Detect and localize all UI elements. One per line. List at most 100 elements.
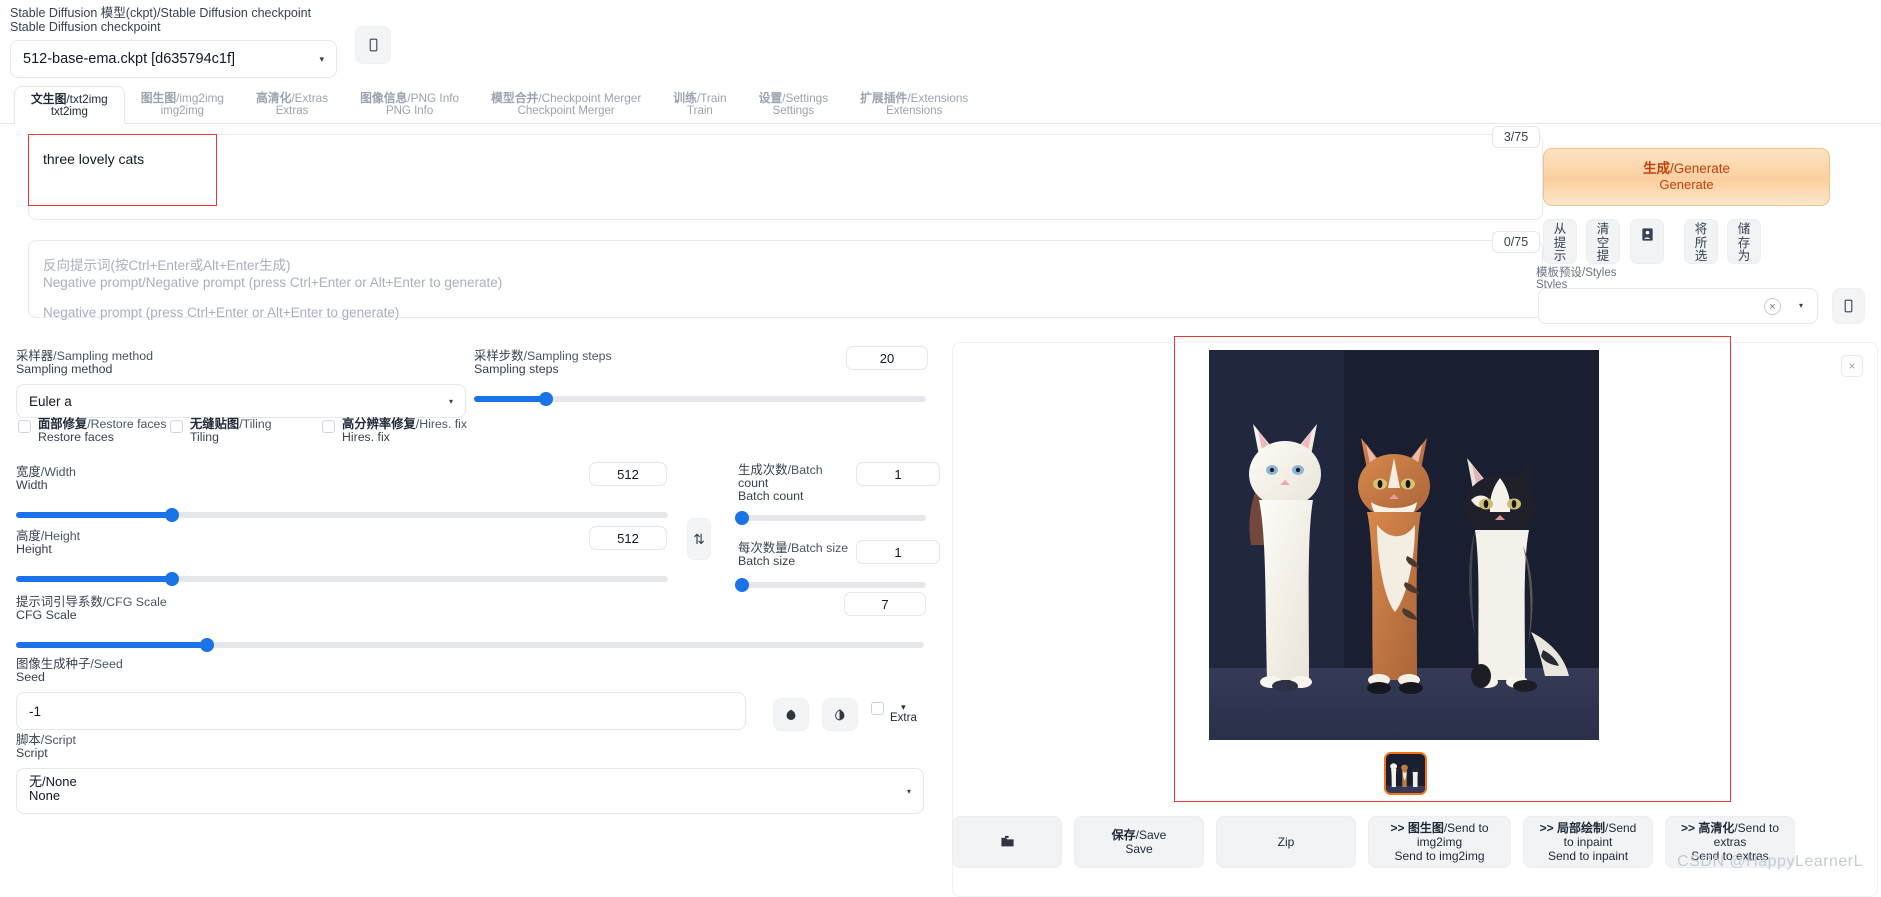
sampling-method-dropdown[interactable]: Euler a ▾ bbox=[16, 384, 466, 418]
read-params-c2: 提 bbox=[1553, 235, 1567, 250]
three-cats-image bbox=[1209, 350, 1599, 740]
checkbox-label: 高分辨率修复/Hires. fix Hires. fix bbox=[342, 418, 467, 444]
dice-icon bbox=[786, 709, 796, 720]
tab-extras[interactable]: 高清化/Extras Extras bbox=[240, 88, 344, 120]
recycle-seed-button[interactable] bbox=[822, 698, 858, 731]
extra-checkbox[interactable] bbox=[871, 702, 884, 715]
clear-prompt-button[interactable]: 清 空 提 bbox=[1586, 219, 1620, 264]
refresh-icon bbox=[1844, 299, 1853, 313]
checkbox-hires-fix[interactable]: 高分辨率修复/Hires. fix Hires. fix bbox=[322, 418, 522, 444]
batch-size-value[interactable]: 1 bbox=[856, 540, 940, 564]
checkbox-box[interactable] bbox=[322, 420, 335, 433]
tab-train[interactable]: 训练/Train Train bbox=[657, 88, 742, 120]
checkbox-label-en: Tiling bbox=[190, 430, 219, 444]
styles-label-zh: 模板预设/Styles bbox=[1536, 267, 1617, 279]
width-value[interactable]: 512 bbox=[589, 462, 667, 486]
prompt-area: three lovely cats 3/75 bbox=[28, 126, 1543, 220]
styles-refresh-button[interactable] bbox=[1832, 288, 1865, 324]
save-button[interactable]: 保存/Save Save bbox=[1074, 816, 1204, 868]
slider-knob[interactable] bbox=[165, 572, 180, 586]
generated-image[interactable] bbox=[1209, 350, 1599, 740]
cfg-scale-label: 提示词引导系数/CFG Scale CFG Scale bbox=[16, 596, 924, 622]
script-label-en: Script bbox=[16, 746, 48, 760]
open-folder-button[interactable] bbox=[952, 816, 1062, 868]
height-group: 高度/Height Height 512 bbox=[16, 526, 668, 586]
action-label-zh: >> 高清化/Send to bbox=[1680, 821, 1780, 835]
action-label-en: Save bbox=[1125, 842, 1153, 856]
apply-style-c1: 将 bbox=[1694, 222, 1708, 236]
checkpoint-refresh-button[interactable] bbox=[355, 26, 391, 64]
send-to-inpaint-button[interactable]: >> 局部绘制/Send to inpaint Send to inpaint bbox=[1523, 816, 1653, 868]
slider-knob[interactable] bbox=[165, 508, 180, 522]
prompt-input[interactable]: three lovely cats bbox=[28, 134, 1543, 220]
sampling-steps-value[interactable]: 20 bbox=[846, 346, 928, 370]
script-dropdown[interactable]: 无/None None ▾ bbox=[16, 768, 924, 814]
negative-prompt-input[interactable]: 反向提示词(按Ctrl+Enter或Alt+Enter生成) Negative … bbox=[28, 240, 1543, 320]
cfg-scale-slider[interactable] bbox=[16, 638, 924, 652]
script-group: 脚本/Script Script 无/None None ▾ bbox=[16, 734, 924, 814]
tab-label-en: Checkpoint Merger bbox=[517, 105, 615, 117]
recycle-icon bbox=[835, 708, 845, 720]
swap-dimensions-button[interactable]: ⇅ bbox=[687, 518, 711, 560]
checkbox-label-en: Hires. fix bbox=[342, 430, 390, 444]
slider-fill bbox=[16, 642, 207, 648]
height-slider[interactable] bbox=[16, 572, 668, 586]
batch-size-slider[interactable] bbox=[734, 578, 926, 592]
height-value[interactable]: 512 bbox=[589, 526, 667, 550]
action-label-zh-2: extras bbox=[1713, 835, 1747, 849]
read-generation-params-button[interactable]: 从 提 示 bbox=[1543, 219, 1577, 264]
checkbox-restore-faces[interactable]: 面部修复/Restore faces Restore faces bbox=[18, 418, 170, 444]
result-action-bar: 保存/Save Save Zip >> 图生图/Send to img2img Send … bbox=[952, 816, 1795, 868]
checkpoint-value: 512-base-ema.ckpt [d635794c1f] bbox=[23, 51, 235, 67]
action-label-zh-2: img2img bbox=[1416, 835, 1463, 849]
seed-label-zh: 图像生成种子/Seed bbox=[16, 657, 123, 671]
random-seed-button[interactable] bbox=[773, 698, 809, 731]
width-slider[interactable] bbox=[16, 508, 668, 522]
extra-seed-toggle[interactable]: ▾ Extra bbox=[871, 702, 917, 724]
tab-settings[interactable]: 设置/Settings Settings bbox=[743, 88, 845, 120]
slider-knob[interactable] bbox=[199, 638, 214, 652]
close-icon[interactable]: × bbox=[1841, 355, 1863, 377]
slider-knob[interactable] bbox=[734, 511, 749, 525]
chevron-down-icon: ▾ bbox=[448, 396, 453, 406]
batch-count-value[interactable]: 1 bbox=[856, 462, 940, 486]
apply-style-button[interactable]: 将 所 选 bbox=[1684, 219, 1718, 264]
generate-button[interactable]: 生成/Generate Generate bbox=[1543, 148, 1830, 206]
show-extra-networks-button[interactable] bbox=[1630, 219, 1664, 264]
send-to-img2img-button[interactable]: >> 图生图/Send to img2img Send to img2img bbox=[1368, 816, 1511, 868]
checkbox-tiling[interactable]: 无缝贴图/Tiling Tiling bbox=[170, 418, 322, 444]
checkbox-label: 无缝贴图/Tiling Tiling bbox=[190, 418, 272, 444]
checkbox-box[interactable] bbox=[18, 420, 31, 433]
zip-button[interactable]: Zip bbox=[1216, 816, 1356, 868]
checkpoint-selector-group: Stable Diffusion 模型(ckpt)/Stable Diffusi… bbox=[10, 6, 410, 78]
tab-img2img[interactable]: 图生图/img2img img2img bbox=[125, 88, 240, 120]
tab-png-info[interactable]: 图像信息/PNG Info PNG Info bbox=[344, 88, 475, 120]
save-style-c3: 为 bbox=[1737, 249, 1751, 263]
save-style-c2: 存 bbox=[1737, 235, 1751, 250]
refresh-icon bbox=[369, 38, 377, 52]
gallery-thumbnail[interactable] bbox=[1384, 752, 1427, 795]
slider-knob[interactable] bbox=[539, 392, 554, 406]
tab-label-zh: 高清化/Extras bbox=[255, 91, 329, 105]
cfg-scale-value[interactable]: 7 bbox=[844, 592, 926, 616]
tab-extensions[interactable]: 扩展插件/Extensions Extensions bbox=[844, 88, 984, 120]
read-params-c3: 示 bbox=[1553, 249, 1567, 263]
batch-size-label-en: Batch size bbox=[738, 554, 796, 568]
chevron-down-icon: ▾ bbox=[1798, 301, 1803, 310]
batch-count-slider[interactable] bbox=[734, 511, 926, 525]
tab-txt2img[interactable]: 文生图/txt2img txt2img bbox=[14, 86, 125, 124]
apply-style-c2: 所 bbox=[1694, 235, 1708, 250]
checkpoint-dropdown[interactable]: 512-base-ema.ckpt [d635794c1f] ▾ bbox=[10, 40, 337, 78]
script-label-zh: 脚本/Script bbox=[16, 733, 76, 747]
save-style-button[interactable]: 储 存 为 bbox=[1727, 219, 1761, 264]
tab-checkpoint-merger[interactable]: 模型合并/Checkpoint Merger Checkpoint Merger bbox=[475, 88, 657, 120]
checkpoint-label-zh: Stable Diffusion 模型(ckpt)/Stable Diffusi… bbox=[10, 6, 312, 20]
seed-input[interactable]: -1 bbox=[16, 692, 746, 730]
action-label-zh: Zip bbox=[1277, 835, 1295, 849]
extra-label: Extra bbox=[890, 712, 917, 724]
sampling-steps-slider[interactable] bbox=[474, 392, 926, 406]
slider-knob[interactable] bbox=[734, 578, 749, 592]
checkbox-box[interactable] bbox=[170, 420, 183, 433]
styles-dropdown[interactable]: × ▾ bbox=[1538, 288, 1818, 324]
clear-icon[interactable]: × bbox=[1764, 298, 1781, 315]
